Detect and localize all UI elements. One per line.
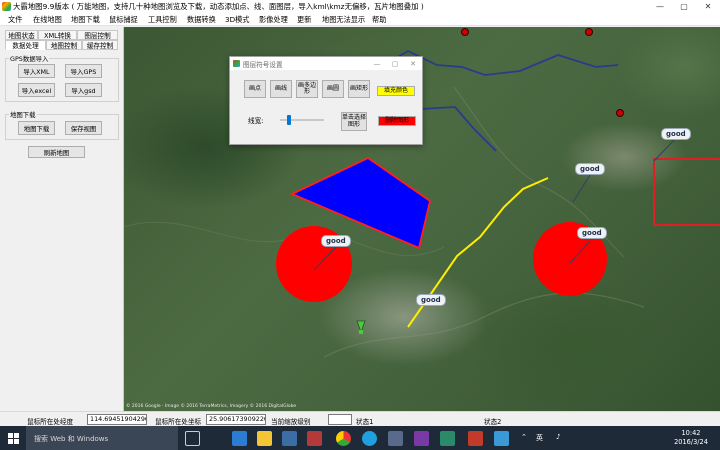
import-gps-button[interactable]: 导入GPS (65, 64, 102, 78)
chrome-icon[interactable] (336, 431, 351, 446)
map-download-button[interactable]: 地图下载 (18, 121, 55, 135)
single-select-shape-button[interactable]: 单击选择图形 (341, 112, 367, 131)
tray-volume-icon[interactable]: ♪ (556, 433, 560, 441)
line-width-label: 线宽: (248, 117, 264, 125)
left-panel: 地图状态 XML转换 图层控制 数据处理 地图控制 缓存控制 GPS数据导入 导… (0, 27, 124, 411)
line-width-slider-thumb[interactable] (286, 115, 291, 125)
tray-network-icon[interactable]: ⌃ (521, 433, 527, 441)
app-icon-taskbar[interactable] (440, 431, 455, 446)
draw-rectangle-button[interactable]: 画矩形 (348, 80, 370, 98)
map-download-group-title: 地图下载 (9, 110, 37, 119)
delete-shape-button[interactable]: 删除图形 (378, 116, 416, 126)
taskbar-search-placeholder: 搜索 Web 和 Windows (34, 435, 109, 443)
clock-date: 2016/3/24 (674, 438, 708, 446)
dialog-titlebar[interactable]: 图层符号设置 — ▢ ✕ (230, 57, 422, 70)
tab-layer-control[interactable]: 图层控制 (77, 30, 118, 40)
dialog-minimize-button[interactable]: — (370, 57, 384, 70)
minimize-button[interactable]: — (648, 0, 672, 13)
menu-3d-mode[interactable]: 3D模式 (225, 15, 249, 25)
menu-online-map[interactable]: 在线地图 (33, 15, 62, 25)
map-label-good[interactable]: good (416, 294, 446, 306)
menu-mouse-capture[interactable]: 鼠标捕捉 (109, 15, 138, 25)
label-leader-line (653, 138, 676, 162)
longitude-field[interactable]: 114.694519042969 (87, 414, 147, 425)
dialog-maximize-button[interactable]: ▢ (388, 57, 402, 70)
gps-import-group: GPS数据导入 导入XML 导入GPS 导入excel 导入gsd (5, 54, 119, 102)
menu-data-convert[interactable]: 数据转换 (187, 15, 216, 25)
app-icon-taskbar[interactable] (494, 431, 509, 446)
red-rectangle-shape[interactable] (653, 158, 720, 226)
map-download-group: 地图下载 地图下载 保存视图 (5, 110, 119, 140)
store-icon[interactable] (282, 431, 297, 446)
longitude-label: 鼠标所在处经度 (27, 418, 74, 426)
clock-time: 10:42 (681, 429, 701, 437)
menu-tool-control[interactable]: 工具控制 (148, 15, 177, 25)
save-view-button[interactable]: 保存视图 (65, 121, 102, 135)
browser-360-icon[interactable] (362, 431, 377, 446)
terrain-ridge (323, 292, 645, 358)
import-excel-button[interactable]: 导入excel (18, 83, 55, 97)
latitude-field[interactable]: 25.9061739092208 (206, 414, 266, 425)
red-marker-icon[interactable] (585, 28, 593, 36)
location-arrow-icon (359, 330, 363, 334)
office-icon[interactable] (307, 431, 322, 446)
road-line (419, 106, 497, 152)
task-view-icon[interactable] (185, 431, 200, 446)
draw-polygon-button[interactable]: 画多边形 (296, 80, 318, 98)
map-label-good[interactable]: good (575, 163, 605, 175)
draw-point-button[interactable]: 画点 (244, 80, 266, 98)
edge-browser-icon[interactable] (232, 431, 247, 446)
zoom-level-field[interactable] (328, 414, 352, 425)
map-label-good[interactable]: good (577, 227, 607, 239)
tab-map-status[interactable]: 地图状态 (5, 30, 38, 40)
dialog-close-button[interactable]: ✕ (406, 57, 420, 70)
import-gsd-button[interactable]: 导入gsd (65, 83, 102, 97)
red-marker-icon[interactable] (461, 28, 469, 36)
dialog-app-icon (233, 60, 240, 67)
app-icon (2, 2, 11, 11)
file-explorer-icon[interactable] (257, 431, 272, 446)
tab-cache-control[interactable]: 缓存控制 (82, 40, 118, 50)
menu-update[interactable]: 更新 (297, 15, 311, 25)
dialog-title: 图层符号设置 (243, 61, 283, 69)
status-1: 状态1 (356, 418, 374, 426)
qq-icon[interactable] (388, 431, 403, 446)
tab-map-control[interactable]: 地图控制 (46, 40, 82, 50)
menu-image-processing[interactable]: 影像处理 (259, 15, 288, 25)
draw-line-button[interactable]: 画线 (270, 80, 292, 98)
tab-xml-convert[interactable]: XML转换 (38, 30, 77, 40)
map-copyright: © 2016 Google · Image © 2016 TerraMetric… (126, 404, 297, 409)
refresh-map-button[interactable]: 刷新地图 (28, 146, 85, 158)
windows-start-icon[interactable] (0, 426, 26, 450)
taskbar-clock[interactable]: 10:42 2016/3/24 (668, 429, 714, 447)
taskbar: 搜索 Web 和 Windows ⌃ 英 ♪ 10:42 2016/3/24 (0, 426, 720, 450)
status-2: 状态2 (484, 418, 502, 426)
menu-bar: 文件 在线地图 地图下载 鼠标捕捉 工具控制 数据转换 3D模式 影像处理 更新… (0, 13, 720, 26)
layer-symbol-dialog: 图层符号设置 — ▢ ✕ 画点 画线 画多边形 画圆 画矩形 填充颜色 线宽: … (229, 56, 423, 145)
import-xml-button[interactable]: 导入XML (18, 64, 55, 78)
window-titlebar: 大霸地图9.9版本 ( 万能地图，支持几十种地图浏览及下载，动态添加点、线、面图… (0, 0, 720, 13)
window-title: 大霸地图9.9版本 ( 万能地图，支持几十种地图浏览及下载，动态添加点、线、面图… (13, 2, 424, 11)
tab-data-processing[interactable]: 数据处理 (5, 40, 46, 50)
zoom-level-label: 当前缩放级别 (271, 418, 311, 426)
active-app-icon[interactable] (468, 431, 483, 446)
maximize-button[interactable]: ▢ (672, 0, 696, 13)
gps-import-group-title: GPS数据导入 (9, 54, 50, 63)
menu-file[interactable]: 文件 (8, 15, 22, 25)
fill-color-button[interactable]: 填充颜色 (377, 86, 415, 96)
red-marker-icon[interactable] (616, 109, 624, 117)
latitude-label: 鼠标所在处坐标 (155, 418, 202, 426)
label-leader-line (572, 174, 591, 203)
visual-studio-icon[interactable] (414, 431, 429, 446)
map-label-good[interactable]: good (321, 235, 351, 247)
menu-map-not-showing[interactable]: 地图无法显示 (322, 15, 365, 25)
map-label-good[interactable]: good (661, 128, 691, 140)
menu-help[interactable]: 帮助 (372, 15, 386, 25)
menu-map-download[interactable]: 地图下载 (71, 15, 100, 25)
status-bar: 鼠标所在处经度 114.694519042969 鼠标所在处坐标 25.9061… (0, 411, 720, 426)
taskbar-search-box[interactable]: 搜索 Web 和 Windows (26, 426, 178, 450)
close-button[interactable]: ✕ (696, 0, 720, 13)
tray-ime-indicator[interactable]: 英 (536, 433, 543, 443)
draw-circle-button[interactable]: 画圆 (322, 80, 344, 98)
